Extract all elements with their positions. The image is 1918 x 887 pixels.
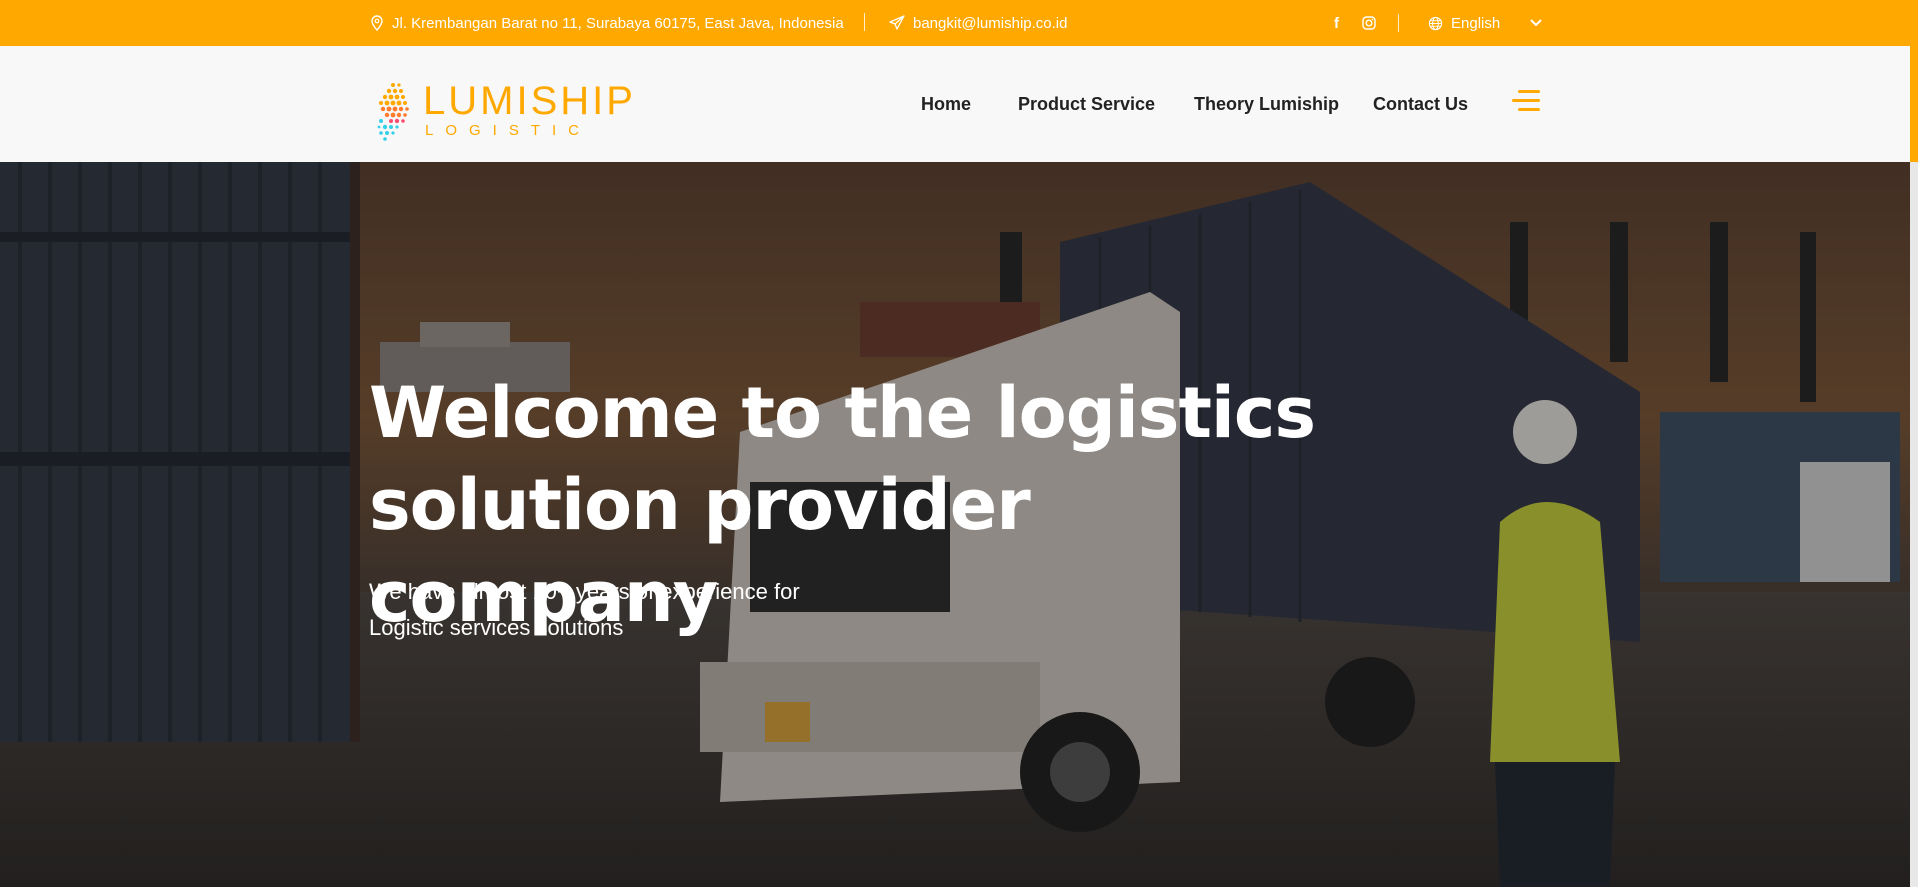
scrollbar-track[interactable]	[1910, 162, 1918, 887]
instagram-icon[interactable]	[1362, 16, 1376, 30]
location-pin-icon	[370, 15, 384, 31]
topbar-divider	[864, 13, 865, 31]
hero-subtitle: We have almost 10+ years of experience f…	[369, 574, 869, 646]
hero-subtitle-line-1: We have almost 10+ years of experience f…	[369, 579, 800, 604]
language-selector[interactable]: English	[1428, 0, 1500, 46]
address-item: Jl. Krembangan Barat no 11, Surabaya 601…	[370, 0, 844, 46]
nav-theory-lumiship[interactable]: Theory Lumiship	[1194, 46, 1339, 162]
nav-home[interactable]: Home	[921, 46, 971, 162]
address-text: Jl. Krembangan Barat no 11, Surabaya 601…	[392, 14, 844, 32]
hero-section: Welcome to the logistics solution provid…	[0, 162, 1910, 887]
paper-plane-icon	[889, 15, 905, 31]
hamburger-menu-icon[interactable]	[1512, 90, 1540, 112]
language-dropdown-toggle[interactable]	[1530, 0, 1542, 46]
globe-icon	[1428, 16, 1443, 31]
logo-subtitle: LOGISTIC	[425, 122, 592, 139]
instagram-link[interactable]	[1362, 0, 1376, 46]
language-label[interactable]: English	[1451, 15, 1500, 32]
email-item[interactable]: bangkit@lumiship.co.id	[889, 0, 1067, 46]
facebook-icon[interactable]: f	[1334, 15, 1339, 32]
logo-wordmark: LUMISHIP	[423, 79, 636, 123]
top-info-bar: Jl. Krembangan Barat no 11, Surabaya 601…	[0, 0, 1918, 46]
site-logo[interactable]: LUMISHIP LOGISTIC	[375, 80, 635, 144]
chevron-down-icon[interactable]	[1530, 19, 1542, 27]
hero-title-line-1: Welcome to the logistics	[369, 372, 1316, 454]
nav-contact-us[interactable]: Contact Us	[1373, 46, 1468, 162]
facebook-link[interactable]: f	[1334, 0, 1339, 46]
logo-mark-icon	[375, 80, 419, 144]
site-header: LUMISHIP LOGISTIC Home Product Service T…	[0, 46, 1918, 162]
scrollbar-thumb[interactable]	[1910, 46, 1918, 162]
nav-product-service[interactable]: Product Service	[1018, 46, 1155, 162]
hero-subtitle-line-2: Logistic services solutions	[369, 615, 624, 640]
email-link[interactable]: bangkit@lumiship.co.id	[913, 15, 1067, 32]
topbar-divider	[1398, 14, 1399, 32]
